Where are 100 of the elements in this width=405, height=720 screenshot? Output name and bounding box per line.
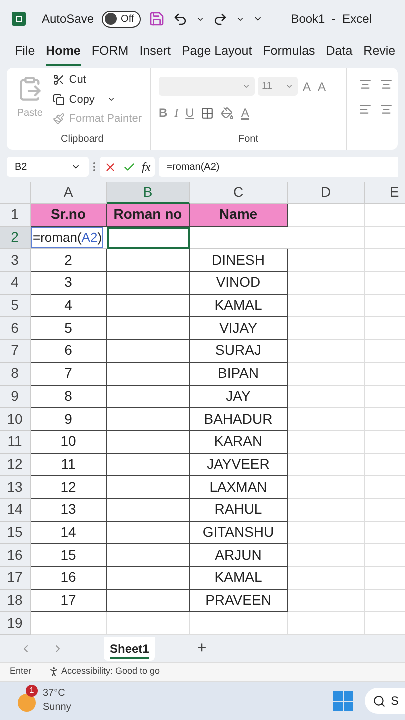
table-cell: ARJUN — [190, 544, 288, 567]
table-cell: KAMAL — [190, 567, 288, 590]
table-cell: VIJAY — [190, 317, 288, 340]
align-icon[interactable] — [359, 78, 372, 91]
table-cell: 7 — [31, 362, 107, 386]
borders-icon[interactable] — [201, 106, 214, 120]
row-header[interactable]: 5 — [0, 294, 31, 318]
formula-field[interactable]: =roman(A2) — [158, 157, 398, 177]
row-header[interactable]: 12 — [0, 454, 31, 476]
taskbar-search-field[interactable]: S — [365, 688, 405, 714]
row-header[interactable]: 14 — [0, 498, 31, 522]
excel-logo-icon — [12, 12, 26, 26]
add-sheet-button[interactable]: + — [197, 636, 207, 661]
table-cell: 8 — [31, 386, 107, 408]
row-header[interactable]: 18 — [0, 590, 31, 612]
table-cell: KARAN — [190, 430, 288, 454]
font-color-button[interactable]: A — [241, 104, 250, 122]
row-header[interactable]: 13 — [0, 476, 31, 499]
row-header[interactable]: 11 — [0, 430, 31, 454]
row-header[interactable]: 4 — [0, 272, 31, 295]
row-header[interactable]: 7 — [0, 340, 31, 363]
table-cell: 13 — [31, 498, 107, 522]
grow-font-button[interactable]: A — [301, 78, 314, 96]
row-header[interactable]: 8 — [0, 362, 31, 386]
row-header[interactable]: 17 — [0, 567, 31, 590]
insert-function-button[interactable]: fx — [142, 158, 151, 176]
name-box[interactable]: B2 — [7, 157, 89, 177]
table-cell: BAHADUR — [190, 408, 288, 431]
menu-tab[interactable]: Home — [46, 42, 81, 66]
row-header[interactable]: 9 — [0, 386, 31, 408]
table-cell: 5 — [31, 317, 107, 340]
underline-button[interactable]: U — [186, 104, 194, 122]
row-header[interactable]: 19 — [0, 612, 31, 636]
align-icon[interactable] — [380, 78, 393, 91]
autosave-label: AutoSave — [42, 11, 94, 28]
group-label: Font — [237, 133, 260, 147]
autosave-toggle[interactable]: Off — [102, 10, 142, 28]
table-cell: 2 — [31, 249, 107, 272]
table-cell: 11 — [31, 454, 107, 476]
caret-icon — [242, 82, 251, 91]
weather-icon — [18, 694, 36, 712]
row-header[interactable]: 2 — [0, 226, 31, 250]
column-header[interactable]: E — [365, 182, 405, 204]
align-center-icon[interactable] — [380, 103, 393, 116]
row-header[interactable]: 1 — [0, 204, 31, 227]
column-header[interactable]: B — [107, 182, 190, 204]
table-cell: JAYVEER — [190, 454, 288, 476]
column-header[interactable]: D — [288, 182, 365, 204]
start-icon[interactable] — [333, 691, 353, 712]
row-header[interactable]: 10 — [0, 408, 31, 431]
column-title: Roman no — [107, 204, 190, 227]
menu-tab[interactable]: Page Layout — [182, 42, 252, 66]
menu-tab[interactable]: FORM — [92, 42, 129, 66]
enter-icon[interactable] — [123, 160, 136, 174]
align-left-icon[interactable] — [359, 103, 372, 116]
menu-tab[interactable]: Formulas — [263, 42, 316, 66]
status-mode: Enter — [10, 665, 32, 678]
selected-cell[interactable] — [107, 226, 190, 250]
cancel-icon[interactable] — [104, 160, 117, 174]
caret-icon — [285, 82, 294, 91]
bold-button[interactable]: B — [159, 104, 168, 122]
table-cell: DINESH — [190, 249, 288, 272]
menu-tab[interactable]: Data — [326, 42, 353, 66]
table-cell: JAY — [190, 386, 288, 408]
cell-edit-text[interactable]: =roman(A2) — [31, 226, 104, 248]
sheet-tab[interactable]: Sheet1 — [104, 636, 156, 661]
accessibility-status[interactable]: Accessibility: Good to go — [62, 665, 160, 679]
row-header[interactable]: 6 — [0, 317, 31, 340]
table-cell: 10 — [31, 430, 107, 454]
row-header[interactable]: 16 — [0, 544, 31, 567]
table-cell: VINOD — [190, 272, 288, 295]
more-icon — [93, 162, 96, 172]
italic-button[interactable]: I — [174, 104, 179, 122]
menu-tab[interactable]: Revie — [364, 42, 396, 66]
weather-text: Sunny — [43, 701, 72, 716]
row-header[interactable]: 3 — [0, 249, 31, 272]
column-title: Sr.no — [31, 204, 107, 227]
save-icon[interactable] — [149, 11, 166, 27]
menu-tab[interactable]: Insert — [140, 42, 171, 66]
row-header[interactable]: 15 — [0, 522, 31, 544]
redo-icon[interactable] — [213, 12, 228, 26]
menu-tab[interactable]: File — [15, 42, 36, 66]
table-cell: 17 — [31, 590, 107, 612]
table-cell: KAMAL — [190, 294, 288, 318]
fill-color-icon[interactable] — [221, 106, 234, 120]
temperature-text: 37°C — [43, 687, 66, 702]
accessibility-icon[interactable] — [48, 666, 60, 678]
table-cell: 12 — [31, 476, 107, 499]
undo-icon[interactable] — [173, 12, 188, 26]
table-cell: 3 — [31, 272, 107, 295]
copy-button[interactable]: Copy — [53, 92, 142, 108]
table-cell: RAHUL — [190, 498, 288, 522]
cut-button[interactable]: Cut — [53, 72, 142, 88]
font-name-field[interactable] — [159, 77, 255, 96]
table-cell: GITANSHU — [190, 522, 288, 544]
group-label: Clipboard — [60, 133, 105, 147]
table-cell: SURAJ — [190, 340, 288, 363]
search-icon — [373, 694, 386, 708]
notification-badge: 1 — [26, 685, 38, 698]
shrink-font-button[interactable]: A — [316, 78, 328, 96]
